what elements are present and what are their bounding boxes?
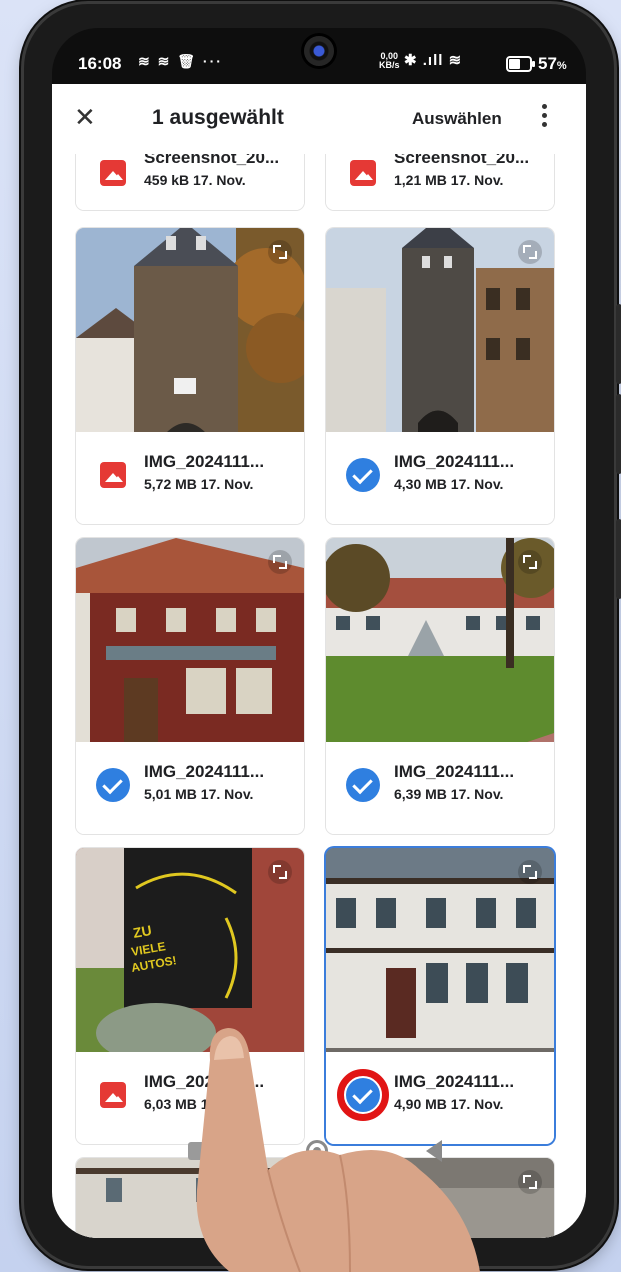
file-card[interactable]: ZU VIELE AUTOS! IMG_2024111... 6,03 MB 1… [76,848,304,1144]
status-time: 16:08 [78,54,122,73]
file-name: IMG_2024111... [144,1072,265,1091]
network-rate: 0,00 KB/s [379,52,400,70]
files-app: ✕ 1 ausgewählt Auswählen Screenshot_20..… [52,84,586,1238]
photo-thumbnail [76,538,304,766]
front-camera [304,36,334,66]
volume-button [616,394,621,474]
file-meta: IMG_2024111... 4,30 MB 17. Nov. [326,432,554,524]
network-rate-unit: KB/s [379,60,400,70]
home-icon[interactable] [306,1140,328,1162]
photo-thumbnail [326,538,554,766]
volume-button [616,304,621,384]
photo-thumbnail [326,848,554,1076]
screen: 16:08 ≋ ≋ 🗑 ··· 0,00 KB/s ✱ .ıll ≋ 57% ✕… [52,28,586,1238]
expand-icon[interactable] [518,860,542,884]
photo-thumbnail [76,228,304,456]
expand-icon[interactable] [268,550,292,574]
power-button [616,519,621,599]
file-name: IMG_2024111... [394,762,515,781]
file-info: 5,01 MB 17. Nov. [144,786,254,802]
file-card[interactable]: IMG_2024111... 4,30 MB 17. Nov. [326,228,554,524]
file-name: IMG_2024111... [394,1072,515,1091]
file-info: 4,90 MB 17. Nov. [394,1096,504,1112]
expand-icon[interactable] [268,860,292,884]
expand-icon[interactable] [518,240,542,264]
recents-icon[interactable] [188,1142,206,1160]
system-nav-bar [52,1128,586,1184]
check-circle-icon[interactable] [96,768,130,802]
file-card[interactable]: IMG_2024111... 5,72 MB 17. Nov. [76,228,304,524]
expand-icon[interactable] [268,240,292,264]
battery-tip [532,61,535,67]
file-name: IMG_2024111... [394,452,515,471]
highlight-ring [337,1069,389,1121]
battery-icon [506,56,532,72]
image-file-icon [350,160,376,186]
file-info: 5,72 MB 17. Nov. [144,476,254,492]
notification-icons: ≋ ≋ 🗑 ··· [138,53,223,69]
file-card[interactable]: IMG_2024111... 6,39 MB 17. Nov. [326,538,554,834]
check-circle-icon[interactable] [346,768,380,802]
battery-percentage: 57% [538,54,567,73]
status-bar: 16:08 ≋ ≋ 🗑 ··· 0,00 KB/s ✱ .ıll ≋ 57% [52,28,586,84]
svg-text:ZU: ZU [132,922,153,941]
back-icon[interactable] [426,1140,442,1162]
selection-toolbar: ✕ 1 ausgewählt Auswählen [52,84,586,154]
file-info: 459 kB 17. Nov. [144,172,246,188]
selection-count-title: 1 ausgewählt [152,106,284,129]
photo-thumbnail: ZU VIELE AUTOS! [76,848,304,1076]
file-name: IMG_2024111... [144,452,265,471]
file-card[interactable]: IMG_2024111... 4,90 MB 17. Nov. [326,848,554,1144]
signal-icons: ✱ .ıll ≋ [404,52,463,69]
image-file-icon [100,462,126,488]
photo-thumbnail [326,228,554,456]
file-meta: IMG_2024111... 6,39 MB 17. Nov. [326,742,554,834]
file-info: 4,30 MB 17. Nov. [394,476,504,492]
expand-icon[interactable] [518,550,542,574]
select-button[interactable]: Auswählen [412,109,502,129]
file-name: IMG_2024111... [144,762,265,781]
image-file-icon [100,1082,126,1108]
file-info: 6,03 MB 17. Nov. [144,1096,254,1112]
file-info: 1,21 MB 17. Nov. [394,172,504,188]
file-meta: IMG_2024111... 5,01 MB 17. Nov. [76,742,304,834]
file-card[interactable]: IMG_2024111... 5,01 MB 17. Nov. [76,538,304,834]
file-meta: IMG_2024111... 5,72 MB 17. Nov. [76,432,304,524]
file-info: 6,39 MB 17. Nov. [394,786,504,802]
more-vert-icon[interactable] [542,104,548,130]
file-grid: Screenshot_20... 459 kB 17. Nov. Screens… [52,126,586,1238]
check-circle-icon[interactable] [346,458,380,492]
close-icon[interactable]: ✕ [74,102,96,133]
image-file-icon [100,160,126,186]
